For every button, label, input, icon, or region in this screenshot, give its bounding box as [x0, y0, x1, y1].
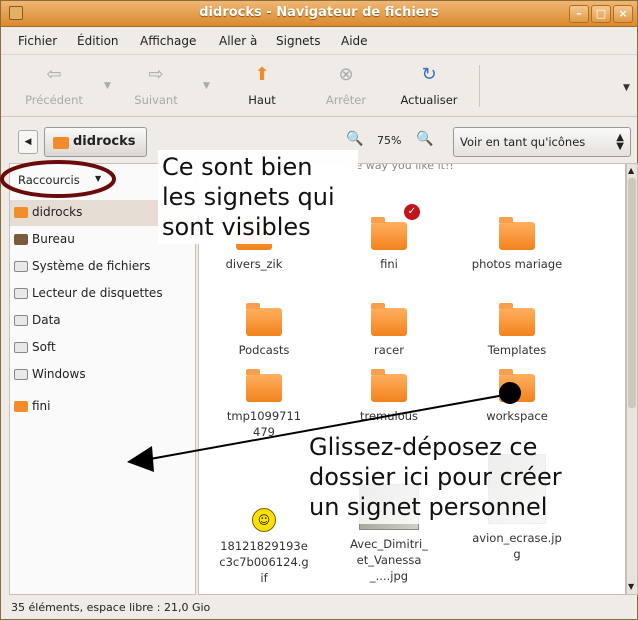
drag-arrow-head	[127, 446, 154, 472]
drag-start-dot	[499, 382, 521, 404]
drag-arrow-line	[149, 393, 511, 460]
highlight-ellipse	[0, 160, 116, 198]
annotation-layer	[0, 160, 521, 472]
